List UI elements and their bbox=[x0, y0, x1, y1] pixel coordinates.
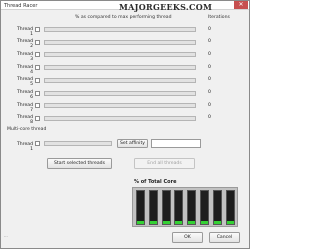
thread-iterations-value: 0 bbox=[208, 51, 211, 57]
thread-checkbox[interactable] bbox=[35, 27, 40, 32]
thread-iterations-value: 0 bbox=[208, 26, 211, 32]
thread-progress-bar bbox=[44, 103, 196, 109]
multicore-section-label: Multi-core thread bbox=[7, 127, 47, 132]
thread-iterations-value: 0 bbox=[208, 115, 211, 121]
affinity-input[interactable] bbox=[151, 139, 201, 148]
window-title: Thread Racer bbox=[4, 2, 38, 9]
cancel-button[interactable]: Cancel bbox=[209, 232, 240, 243]
close-button[interactable]: ✕ bbox=[234, 1, 248, 9]
core-bar-fill bbox=[137, 221, 144, 224]
thread-iterations-value: 0 bbox=[208, 64, 211, 70]
resize-grip-icon: ··· bbox=[4, 234, 8, 239]
thread-progress-bar bbox=[44, 65, 196, 71]
thread-label: Thread 5 bbox=[16, 77, 33, 88]
iterations-header: Iterations bbox=[208, 15, 230, 20]
thread-checkbox[interactable] bbox=[35, 52, 40, 58]
core-bar bbox=[136, 190, 145, 225]
core-bar-fill bbox=[175, 221, 183, 224]
core-bar bbox=[148, 190, 158, 225]
ok-button[interactable]: OK bbox=[172, 232, 203, 243]
thread-iterations-value: 0 bbox=[208, 39, 211, 45]
thread-label: Thread 3 bbox=[16, 51, 33, 62]
thread-progress-bar bbox=[44, 77, 196, 83]
watermark-logo: MAJORGEEKS.COM bbox=[119, 2, 213, 12]
thread-progress-bar bbox=[44, 39, 196, 45]
thread-label: Thread 6 bbox=[16, 90, 33, 100]
core-bar bbox=[174, 190, 184, 225]
thread-checkbox[interactable] bbox=[35, 77, 40, 83]
thread-label: Thread 4 bbox=[16, 64, 33, 75]
thread-checkbox[interactable] bbox=[35, 39, 40, 45]
core-bar bbox=[212, 190, 222, 225]
thread-progress-bar bbox=[44, 115, 196, 121]
core-usage-meter bbox=[132, 187, 238, 227]
core-bar bbox=[225, 190, 235, 225]
core-bar-fill bbox=[162, 221, 170, 224]
core-bar bbox=[200, 190, 209, 225]
thread-label: Thread 7 bbox=[16, 102, 33, 113]
thread-iterations-value: 0 bbox=[208, 77, 211, 83]
thread-label: Thread 1 bbox=[16, 26, 33, 37]
multicore-progress-bar bbox=[44, 141, 112, 146]
core-bar-fill bbox=[149, 221, 157, 224]
thread-progress-bar bbox=[44, 52, 196, 58]
percent-header: % as compared to max performing thread bbox=[75, 15, 172, 20]
core-bar bbox=[187, 190, 197, 225]
thread-checkbox[interactable] bbox=[35, 115, 40, 121]
thread-label: Thread 2 bbox=[16, 39, 33, 50]
core-bar bbox=[161, 190, 171, 225]
thread-checkbox[interactable] bbox=[35, 65, 40, 71]
thread-label: Thread 8 bbox=[16, 115, 33, 126]
core-bar-fill bbox=[213, 221, 221, 224]
start-selected-threads-button[interactable]: Start selected threads bbox=[47, 158, 112, 169]
core-usage-title: % of Total Core bbox=[134, 179, 177, 185]
set-affinity-button[interactable]: Set affinity bbox=[117, 139, 148, 148]
multicore-thread-label: Thread 1 bbox=[16, 142, 33, 152]
thread-checkbox[interactable] bbox=[35, 90, 40, 96]
core-bar-fill bbox=[201, 221, 208, 224]
core-bar-fill bbox=[226, 221, 234, 224]
thread-racer-window: Thread Racer MAJORGEEKS.COM ✕ % as compa… bbox=[0, 0, 250, 249]
end-all-threads-button[interactable]: End all threads bbox=[134, 158, 195, 169]
thread-checkbox[interactable] bbox=[35, 103, 40, 109]
title-bar: Thread Racer MAJORGEEKS.COM ✕ bbox=[1, 1, 249, 12]
thread-iterations-value: 0 bbox=[208, 102, 211, 108]
thread-iterations-value: 0 bbox=[208, 90, 211, 95]
multicore-thread-checkbox[interactable] bbox=[35, 141, 40, 146]
thread-progress-bar bbox=[44, 27, 196, 32]
thread-progress-bar bbox=[44, 90, 196, 96]
core-bar-fill bbox=[188, 221, 196, 224]
